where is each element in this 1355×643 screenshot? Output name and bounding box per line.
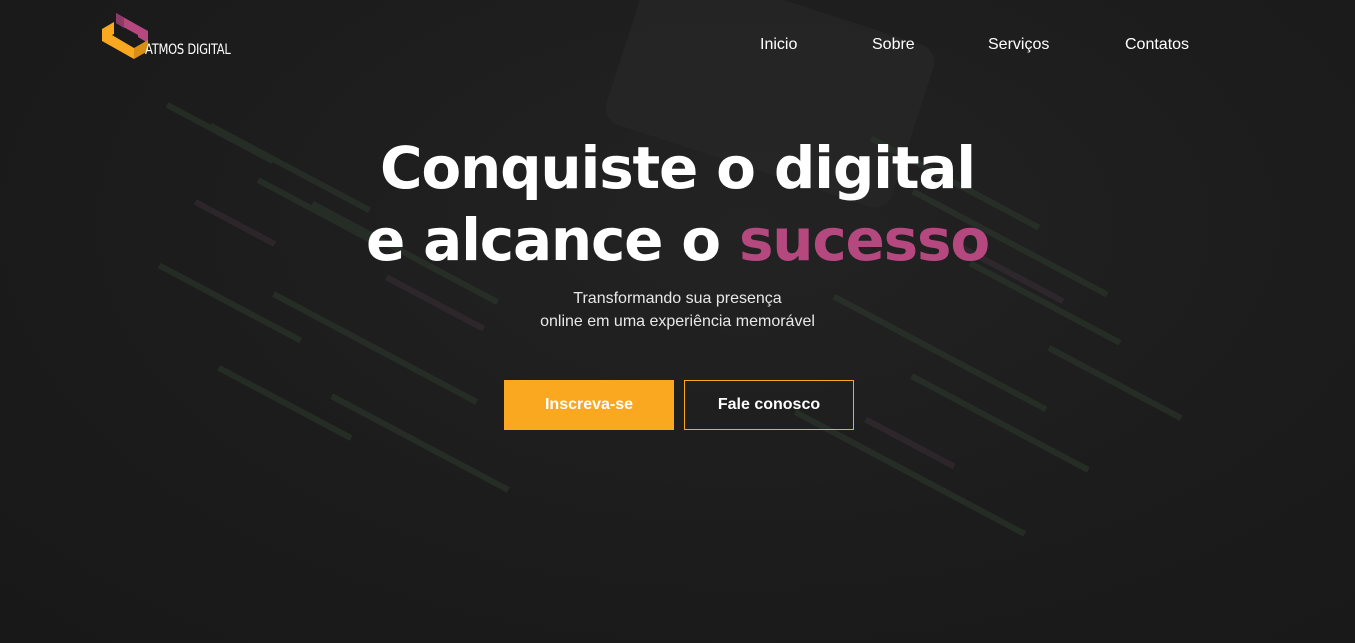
signup-button[interactable]: Inscreva-se	[504, 380, 674, 430]
nav-item-inicio[interactable]: Inicio	[760, 36, 797, 54]
hero-section: ATMOS DIGITAL Inicio Sobre Serviços Cont…	[0, 0, 1355, 643]
contact-us-button[interactable]: Fale conosco	[684, 380, 854, 430]
headline-line-2-prefix: e alcance o	[366, 206, 739, 274]
nav-item-contatos[interactable]: Contatos	[1125, 36, 1189, 54]
main-nav: Inicio Sobre Serviços Contatos	[0, 36, 1355, 58]
hero-subtitle: Transformando sua presença online em uma…	[0, 287, 1355, 333]
headline-line-1: Conquiste o digital	[380, 134, 976, 202]
hero-headline: Conquiste o digital e alcance o sucesso	[0, 132, 1355, 276]
nav-item-sobre[interactable]: Sobre	[872, 36, 915, 54]
subtitle-line-1: Transformando sua presença	[573, 290, 782, 307]
headline-accent-word: sucesso	[738, 206, 990, 274]
nav-item-servicos[interactable]: Serviços	[988, 36, 1049, 54]
subtitle-line-2: online em uma experiência memorável	[540, 313, 815, 330]
